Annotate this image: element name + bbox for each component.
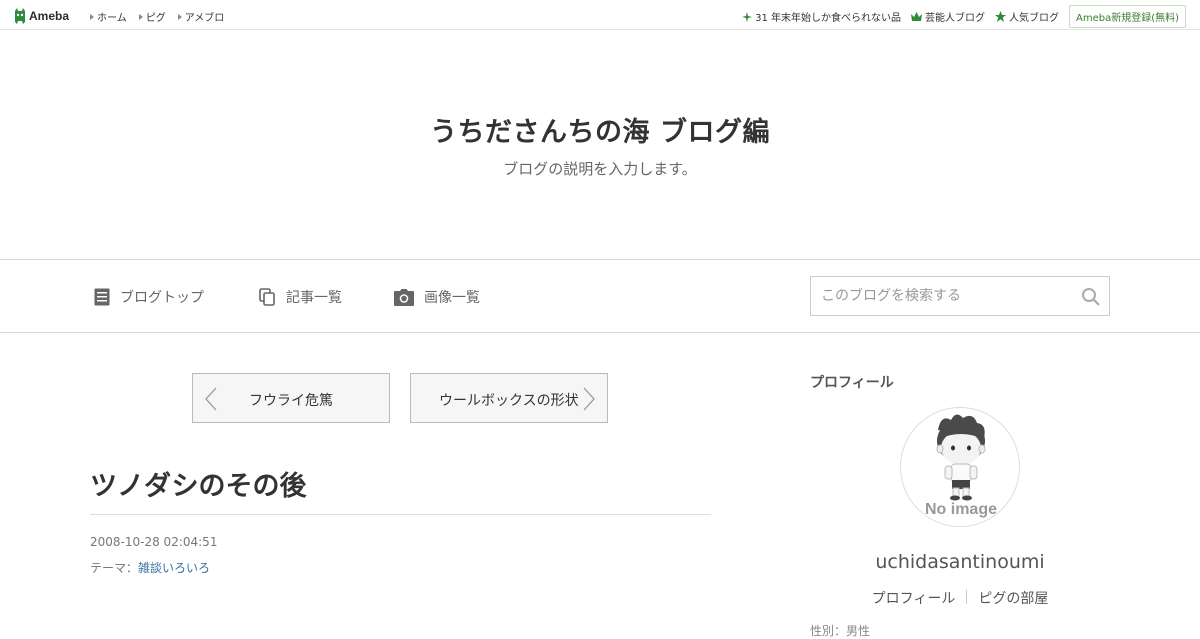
global-nav-label: ホーム [97,13,127,24]
document-icon [94,288,110,306]
global-nav-label: アメブロ [184,13,225,24]
trend-link[interactable]: 31 年末年始しか食べられない品 [742,9,901,24]
popular-blog-link[interactable]: 人気ブログ [994,9,1059,24]
celebrity-blog-link[interactable]: 芸能人ブログ [910,9,985,24]
crown-icon [910,12,922,21]
blog-description: ブログの説明を入力します。 [503,160,697,178]
trend-link-label: 31 年末年始しか食べられない品 [755,13,901,24]
article-theme: テーマ： 雑談いろいろ [90,559,210,576]
global-nav-ameblo[interactable]: アメブロ [177,9,225,24]
camera-icon [394,288,414,306]
ameba-logo-text: Ameba [29,9,70,23]
nav-label: ブログトップ [120,290,204,306]
triangle-right-icon [90,13,94,20]
profile-links: プロフィール ピグの部屋 [810,588,1110,608]
profile-gender-text: 性別：男性 [810,624,871,638]
chevron-left-icon [205,387,217,411]
global-nav-pigg[interactable]: ピグ [138,9,166,24]
theme-prefix: テーマ： [90,561,139,575]
article-date: 2008-10-28 02:04:51 [90,535,218,549]
profile-heading: プロフィール [810,375,894,391]
global-nav-label: ピグ [145,13,166,24]
search-input[interactable] [811,277,1071,315]
triangle-right-icon [177,13,182,20]
avatar-placeholder-text: No image [925,501,997,518]
register-button[interactable]: Ameba新規登録(無料) [1068,5,1186,28]
article-title[interactable]: ツノダシのその後 [90,464,307,503]
no-image-avatar-icon: No image [925,414,997,518]
blog-nav: ブログトップ 記事一覧 画像一覧 [0,259,1200,333]
chevron-right-icon [583,387,595,411]
star-icon [994,11,1006,22]
link-separator [966,590,968,604]
pigg-room-link[interactable]: ピグの部屋 [978,588,1048,608]
nav-article-list[interactable]: 記事一覧 [259,287,342,307]
prev-article-label: フウライ危篤 [249,393,333,409]
nav-label: 画像一覧 [424,290,480,306]
header-right-links: 31 年末年始しか食べられない品 芸能人ブログ 人気ブログ Ameba新規登録(… [742,5,1186,28]
global-nav-home[interactable]: ホーム [90,9,127,24]
nav-image-list[interactable]: 画像一覧 [394,287,480,307]
article-divider [90,514,711,515]
search-icon[interactable] [1081,287,1101,307]
celebrity-blog-label: 芸能人ブログ [924,13,985,24]
profile-link[interactable]: プロフィール [872,588,956,608]
global-nav: ホーム ピグ アメブロ [90,9,236,24]
profile-username[interactable]: uchidasantinoumi [810,551,1110,573]
prev-article-button[interactable]: フウライ危篤 [192,373,390,423]
ameba-logo[interactable]: Ameba [14,7,69,25]
ameba-header: Ameba ホーム ピグ アメブロ 31 年末年始しか食べられない品 芸能人ブロ… [0,0,1200,30]
triangle-right-icon [138,13,143,20]
next-article-label: ウールボックスの形状 [439,393,579,409]
ameba-logo-icon [15,8,25,24]
sparkle-icon [742,11,753,22]
nav-label: 記事一覧 [286,290,342,306]
nav-blog-top[interactable]: ブログトップ [94,287,204,307]
blog-search [810,276,1110,316]
popular-blog-label: 人気ブログ [1008,13,1059,24]
theme-link[interactable]: 雑談いろいろ [138,559,210,576]
avatar[interactable]: No image [900,407,1020,527]
copy-icon [259,288,275,306]
blog-title[interactable]: うちださんちの海 ブログ編 [0,110,1200,149]
next-article-button[interactable]: ウールボックスの形状 [410,373,608,423]
